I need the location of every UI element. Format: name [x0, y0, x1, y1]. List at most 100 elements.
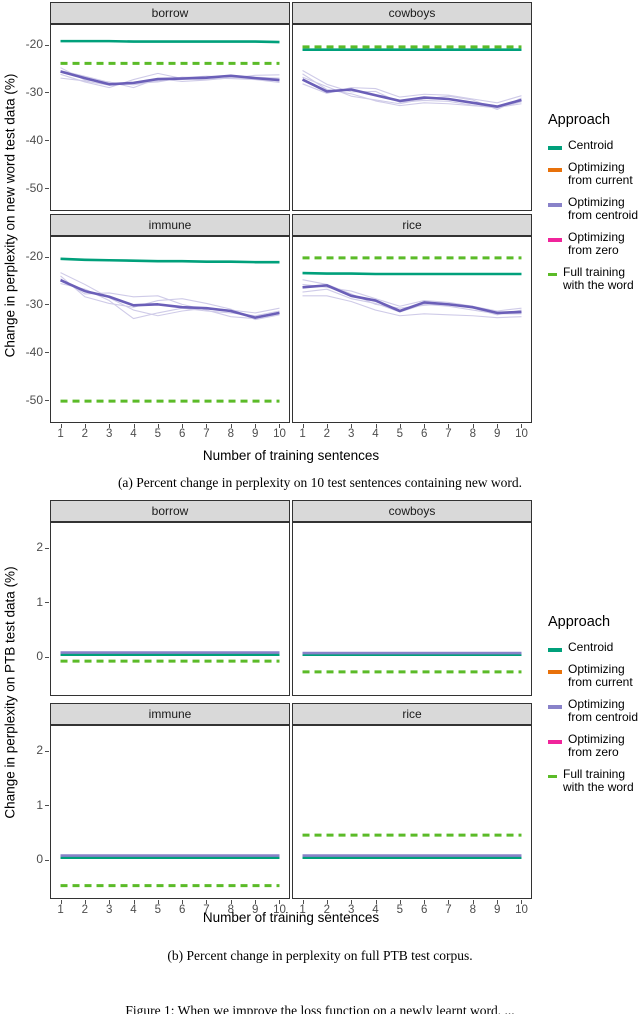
plot-area-rice: [292, 725, 532, 899]
panel-strip-label-immune: immune: [50, 703, 290, 725]
legend-item-centroid[interactable]: Centroid: [548, 139, 640, 152]
panel-immune: immune: [50, 703, 290, 899]
legend-title: Approach: [548, 112, 611, 128]
x-tick-4: 4: [372, 428, 379, 440]
plot-area-immune: [50, 236, 290, 423]
x-tick-3: 3: [347, 428, 355, 440]
y-tick-2: 2: [36, 743, 49, 757]
panel-cowboys: cowboys: [292, 500, 532, 696]
legend-swatch-opt_current-icon: [548, 168, 562, 172]
y-tick--40: -40: [26, 345, 49, 359]
legend-swatch-opt_current-icon: [548, 670, 562, 674]
y-tick--20: -20: [26, 249, 49, 263]
x-tick-5: 5: [396, 428, 404, 440]
y-tick--20: -20: [26, 37, 49, 51]
x-tick-5: 5: [154, 428, 162, 440]
y-tick--40: -40: [26, 133, 49, 147]
legend-item-opt_current[interactable]: Optimizing from current: [548, 663, 640, 689]
legend-item-opt_current[interactable]: Optimizing from current: [548, 161, 640, 187]
figure-a-x-axis-label: Number of training sentences: [202, 448, 380, 463]
panel-cowboys: cowboys: [292, 2, 532, 211]
panel-strip-label-borrow: borrow: [50, 500, 290, 522]
legend-swatch-centroid-icon: [548, 648, 562, 652]
legend-label-opt_centroid: Optimizing from centroid: [568, 195, 639, 222]
x-tick-7: 7: [445, 428, 452, 440]
panel-rice: rice: [292, 214, 532, 423]
plot-area-borrow: [50, 522, 290, 696]
legend-label-opt_current: Optimizing from current: [568, 160, 633, 187]
legend-item-opt_centroid[interactable]: Optimizing from centroid: [548, 698, 640, 724]
legend-swatch-centroid-icon: [548, 146, 562, 150]
x-tick-9: 9: [251, 428, 259, 440]
figure-b: Change in perplexity on PTB test data (%…: [0, 492, 640, 1014]
y-tick-0: 0: [36, 649, 49, 663]
figure-a-y-axis-label: Change in perplexity on new word test da…: [2, 73, 18, 357]
legend-item-centroid[interactable]: Centroid: [548, 641, 640, 654]
legend-item-opt_zero[interactable]: Optimizing from zero: [548, 231, 640, 257]
legend-label-full_training: Full training with the word: [563, 265, 634, 292]
y-tick--30: -30: [26, 297, 49, 311]
plot-area-cowboys: [292, 24, 532, 211]
x-tick-9: 9: [493, 428, 501, 440]
panel-strip-label-cowboys: cowboys: [292, 2, 532, 24]
x-tick-10: 10: [273, 428, 286, 440]
panel-strip-label-borrow: borrow: [50, 2, 290, 24]
panel-borrow: borrow: [50, 500, 290, 696]
y-tick--30: -30: [26, 85, 49, 99]
y-tick-0: 0: [36, 852, 49, 866]
legend-item-opt_zero[interactable]: Optimizing from zero: [548, 733, 640, 759]
legend-swatch-full_training-icon: [548, 775, 557, 778]
x-tick-3: 3: [105, 428, 113, 440]
legend-label-opt_current: Optimizing from current: [568, 662, 633, 689]
legend-label-centroid: Centroid: [568, 640, 614, 654]
x-tick-10: 10: [515, 428, 528, 440]
legend-swatch-opt_centroid-icon: [548, 203, 562, 207]
panel-strip-label-rice: rice: [292, 703, 532, 725]
x-tick-4: 4: [130, 428, 137, 440]
legend-label-full_training: Full training with the word: [563, 767, 634, 794]
legend-swatch-opt_zero-icon: [548, 740, 562, 744]
legend-swatch-opt_zero-icon: [548, 238, 562, 242]
y-tick-1: 1: [36, 595, 49, 609]
plot-area-rice: [292, 236, 532, 423]
panel-immune: immune: [50, 214, 290, 423]
x-tick-2: 2: [81, 428, 89, 440]
x-tick-6: 6: [420, 428, 428, 440]
legend-item-full_training[interactable]: Full training with the word: [548, 768, 640, 794]
legend-label-opt_zero: Optimizing from zero: [568, 230, 625, 257]
figure-b-legend: Approach Centroid Optimizing from current…: [548, 614, 640, 803]
legend-item-full_training[interactable]: Full training with the word: [548, 266, 640, 292]
x-tick-1: 1: [57, 428, 64, 440]
panel-strip-label-immune: immune: [50, 214, 290, 236]
figure-a: Change in perplexity on new word test da…: [0, 0, 640, 490]
y-tick--50: -50: [26, 181, 49, 195]
y-tick-2: 2: [36, 540, 49, 554]
y-tick-1: 1: [36, 798, 49, 812]
x-tick-8: 8: [227, 428, 235, 440]
panel-rice: rice: [292, 703, 532, 899]
panel-strip-label-cowboys: cowboys: [292, 500, 532, 522]
panel-borrow: borrow: [50, 2, 290, 211]
figure-a-legend: Approach Centroid Optimizing from current…: [548, 112, 640, 301]
x-tick-2: 2: [323, 428, 331, 440]
legend-label-opt_zero: Optimizing from zero: [568, 732, 625, 759]
y-tick--50: -50: [26, 393, 49, 407]
legend-label-centroid: Centroid: [568, 138, 614, 152]
figure-bottom-cut-text: Figure 1: When we improve the loss funct…: [125, 1003, 515, 1014]
x-tick-7: 7: [203, 428, 210, 440]
x-tick-8: 8: [469, 428, 477, 440]
plot-area-borrow: [50, 24, 290, 211]
panel-strip-label-rice: rice: [292, 214, 532, 236]
figure-b-x-axis-label: Number of training sentences: [202, 910, 380, 925]
legend-item-opt_centroid[interactable]: Optimizing from centroid: [548, 196, 640, 222]
plot-area-cowboys: [292, 522, 532, 696]
legend-title: Approach: [548, 614, 611, 630]
legend-swatch-full_training-icon: [548, 273, 557, 276]
x-tick-6: 6: [178, 428, 186, 440]
x-tick-1: 1: [299, 428, 306, 440]
figure-b-y-axis-label: Change in perplexity on PTB test data (%…: [2, 565, 18, 819]
plot-area-immune: [50, 725, 290, 899]
legend-swatch-opt_centroid-icon: [548, 705, 562, 709]
figure-b-caption: (b) Percent change in perplexity on full…: [167, 948, 473, 963]
figure-a-caption: (a) Percent change in perplexity on 10 t…: [117, 475, 523, 490]
